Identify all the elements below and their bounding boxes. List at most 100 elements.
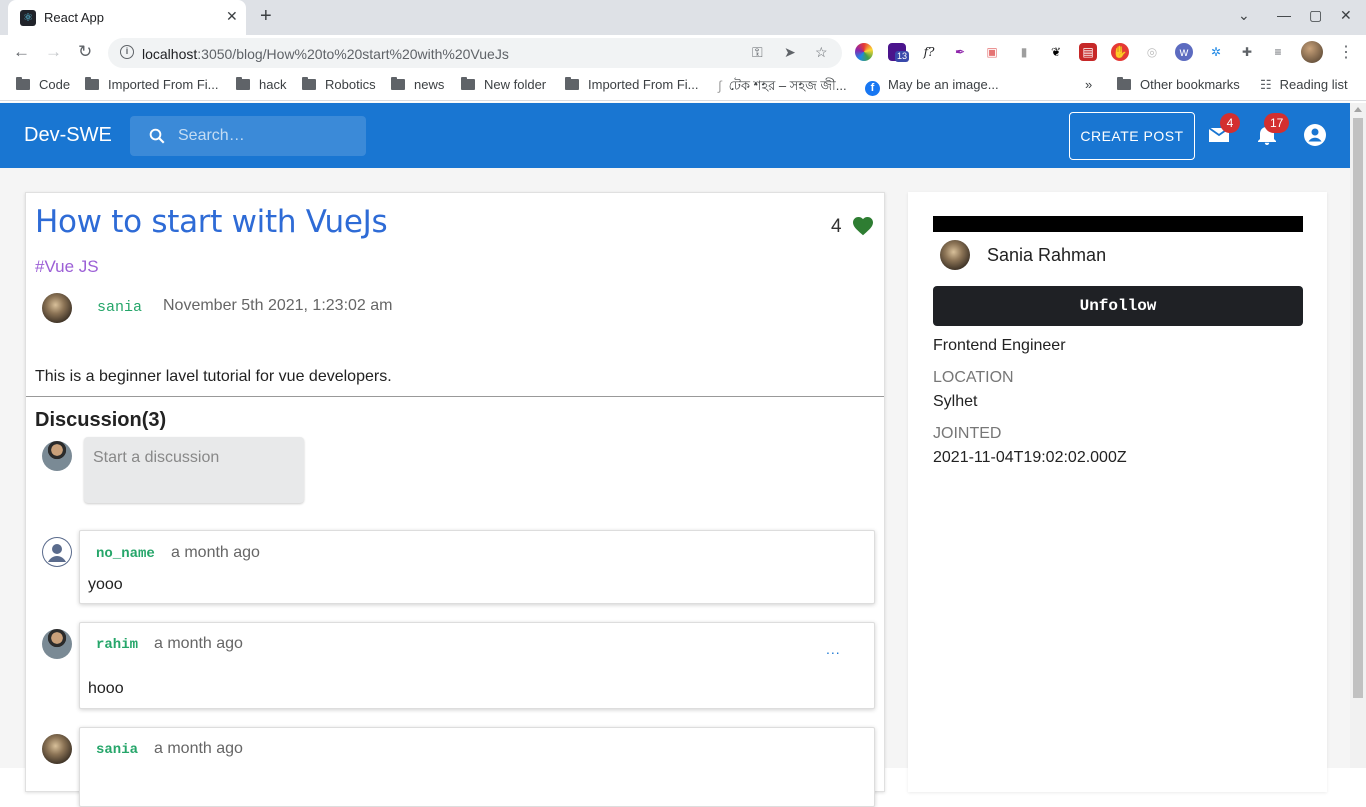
account-icon[interactable] — [1303, 123, 1327, 147]
url-text: localhost:3050/blog/How%20to%20start%20w… — [142, 46, 509, 62]
tab-title: React App — [44, 10, 104, 25]
gnome-extension-icon[interactable]: ❦ — [1047, 43, 1065, 61]
folder-icon — [16, 77, 30, 90]
browser-menu-icon[interactable]: ⋮ — [1338, 42, 1354, 62]
minimize-icon[interactable]: — — [1277, 7, 1291, 23]
tab-search-icon[interactable]: ⌄ — [1238, 7, 1250, 24]
profile-banner — [933, 216, 1303, 232]
maximize-icon[interactable]: ▢ — [1309, 7, 1322, 24]
post-date: November 5th 2021, 1:23:02 am — [163, 297, 393, 314]
close-tab-icon[interactable]: ✕ — [226, 8, 238, 25]
profile-name[interactable]: Sania Rahman — [987, 245, 1106, 266]
bookmark-folder-new-folder[interactable]: New folder — [461, 77, 546, 92]
divider — [26, 396, 884, 397]
web-extension-icon[interactable]: w — [1175, 43, 1193, 61]
bookmark-tech-city[interactable]: ∫ টেক শহর – সহজ জী... — [718, 77, 847, 98]
comment-username[interactable]: no_name — [96, 546, 155, 562]
page-icon: ∫ — [718, 78, 722, 93]
bookmarks-bar: Code Imported From Fi... hack Robotics n… — [0, 69, 1366, 101]
brand-logo[interactable]: Dev-SWE — [24, 124, 112, 147]
settings-extension-icon[interactable]: ◎ — [1143, 43, 1161, 61]
send-icon[interactable]: ➤ — [784, 44, 796, 61]
facebook-icon: f — [865, 81, 880, 96]
search-icon — [149, 128, 165, 144]
bookmark-folder-hack[interactable]: hack — [236, 77, 286, 92]
post-tag[interactable]: #Vue JS — [35, 257, 99, 277]
extension-badge-icon[interactable]: 13 — [888, 43, 910, 62]
bookmark-folder-code[interactable]: Code — [16, 77, 70, 92]
scrollbar-thumb[interactable] — [1353, 118, 1363, 698]
color-picker-extension-icon[interactable] — [855, 43, 873, 61]
comment-username[interactable]: sania — [96, 742, 138, 758]
site-info-icon[interactable]: i — [120, 45, 134, 59]
key-icon[interactable]: ⚿ — [752, 44, 763, 61]
star-icon[interactable]: ☆ — [815, 44, 828, 61]
reload-icon[interactable]: ↻ — [78, 42, 92, 62]
puzzle-icon[interactable]: ✚ — [1238, 43, 1256, 61]
bookmark-folder-imported-1[interactable]: Imported From Fi... — [85, 77, 219, 92]
comment-options-icon[interactable]: ... — [826, 641, 841, 657]
heart-icon[interactable] — [851, 214, 875, 238]
profile-avatar[interactable] — [1301, 41, 1323, 63]
reading-list-icon: ☷ — [1260, 77, 1272, 92]
post-body: This is a beginner lavel tutorial for vu… — [35, 368, 392, 385]
stats-extension-icon[interactable]: ▮ — [1015, 43, 1033, 61]
bookmark-folder-imported-2[interactable]: Imported From Fi... — [565, 77, 699, 92]
folder-icon — [565, 77, 579, 90]
author-avatar[interactable] — [42, 293, 72, 323]
bookmark-other-bookmarks[interactable]: Other bookmarks — [1117, 77, 1240, 92]
author-profile-card: Sania Rahman Unfollow Frontend Engineer … — [908, 192, 1327, 792]
browser-tab[interactable]: ⚛ React App ✕ — [8, 0, 246, 35]
bookmark-facebook[interactable]: f May be an image... — [865, 77, 999, 96]
address-bar[interactable]: i localhost:3050/blog/How%20to%20start%2… — [108, 38, 842, 68]
formula-extension-icon[interactable]: f? — [920, 43, 938, 61]
joined-value: 2021-11-04T19:02:02.000Z — [933, 449, 1127, 466]
create-post-button[interactable]: CREATE POST — [1069, 112, 1195, 160]
close-window-icon[interactable]: ✕ — [1340, 7, 1352, 24]
browser-tab-strip: ⚛ React App ✕ + ⌄ — ▢ ✕ — [0, 0, 1366, 35]
commenter-avatar[interactable] — [42, 537, 72, 567]
search-box[interactable] — [130, 116, 366, 156]
commenter-avatar[interactable] — [42, 629, 72, 659]
app-header: Dev-SWE CREATE POST 4 17 — [0, 103, 1350, 168]
user-placeholder-icon — [43, 538, 71, 566]
like-count: 4 — [831, 216, 842, 237]
post-card: How to start with VueJs 4 #Vue JS sania … — [25, 192, 885, 807]
bookmark-folder-news[interactable]: news — [391, 77, 444, 92]
feather-extension-icon[interactable]: ✒ — [951, 43, 969, 61]
folder-icon — [85, 77, 99, 90]
media-control-icon[interactable]: ≡ — [1269, 43, 1287, 61]
folder-icon — [302, 77, 316, 90]
profile-avatar[interactable] — [940, 240, 970, 270]
stop-extension-icon[interactable]: ✋ — [1111, 43, 1129, 61]
commenter-avatar[interactable] — [42, 734, 72, 764]
notification-count-badge: 17 — [1264, 113, 1290, 133]
post-author[interactable]: sania — [97, 299, 142, 316]
post-title: How to start with VueJs — [35, 204, 388, 240]
bookmark-folder-robotics[interactable]: Robotics — [302, 77, 376, 92]
screenshot-extension-icon[interactable]: ▣ — [983, 43, 1001, 61]
folder-icon — [1117, 77, 1131, 90]
comment-time: a month ago — [171, 544, 260, 561]
scroll-up-arrow-icon[interactable] — [1354, 107, 1362, 112]
discussion-title: Discussion(3) — [35, 409, 167, 431]
unfollow-button[interactable]: Unfollow — [933, 286, 1303, 326]
location-label: LOCATION — [933, 369, 1014, 386]
folder-icon — [461, 77, 475, 90]
comment-card: rahim a month ago ... hooo — [79, 622, 875, 709]
bookmarks-overflow-icon[interactable]: » — [1085, 77, 1092, 92]
comment-text: yooo — [88, 576, 123, 593]
comment-card: sania a month ago — [79, 727, 875, 807]
new-tab-icon[interactable]: + — [260, 5, 272, 28]
profile-role: Frontend Engineer — [933, 337, 1066, 354]
reading-list[interactable]: ☷ Reading list — [1260, 77, 1348, 93]
discussion-input[interactable] — [84, 437, 304, 503]
back-icon[interactable]: ← — [13, 42, 30, 62]
comment-username[interactable]: rahim — [96, 637, 138, 653]
comment-time: a month ago — [154, 740, 243, 757]
dev-extension-icon[interactable]: ▤ — [1079, 43, 1097, 61]
forward-icon[interactable]: → — [45, 42, 62, 62]
search-input[interactable] — [178, 116, 358, 156]
page-scrollbar[interactable] — [1350, 103, 1366, 768]
aperture-extension-icon[interactable]: ✲ — [1207, 43, 1225, 61]
